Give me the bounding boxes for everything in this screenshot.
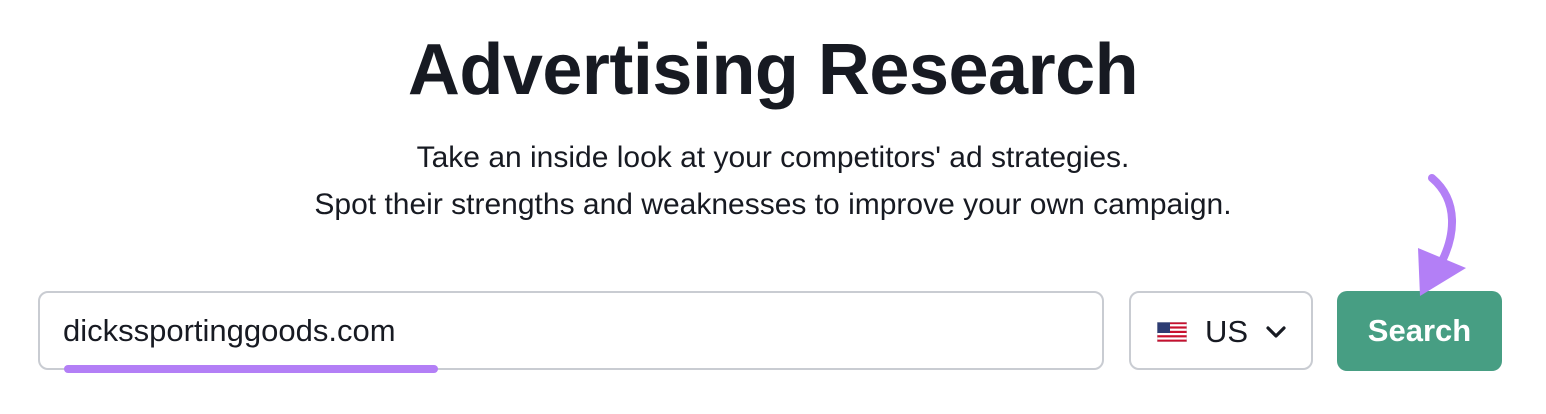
- database-code: US: [1205, 314, 1249, 349]
- pointer-arrow-icon: [1418, 174, 1466, 296]
- subtitle-line-2: Spot their strengths and weaknesses to i…: [314, 188, 1232, 221]
- database-select[interactable]: US: [1129, 291, 1313, 370]
- highlight-underline: [64, 365, 438, 373]
- search-button[interactable]: Search: [1337, 291, 1502, 371]
- us-flag-icon: [1157, 322, 1187, 342]
- domain-search-input[interactable]: dickssportinggoods.com: [38, 291, 1104, 373]
- page-title: Advertising Research: [407, 30, 1139, 110]
- subtitle-line-1: Take an inside look at your competitors'…: [416, 141, 1130, 174]
- page-subtitle: Take an inside look at your competitors'…: [0, 134, 1546, 228]
- chevron-down-icon: [1266, 326, 1286, 338]
- domain-search-value: dickssportinggoods.com: [63, 313, 396, 348]
